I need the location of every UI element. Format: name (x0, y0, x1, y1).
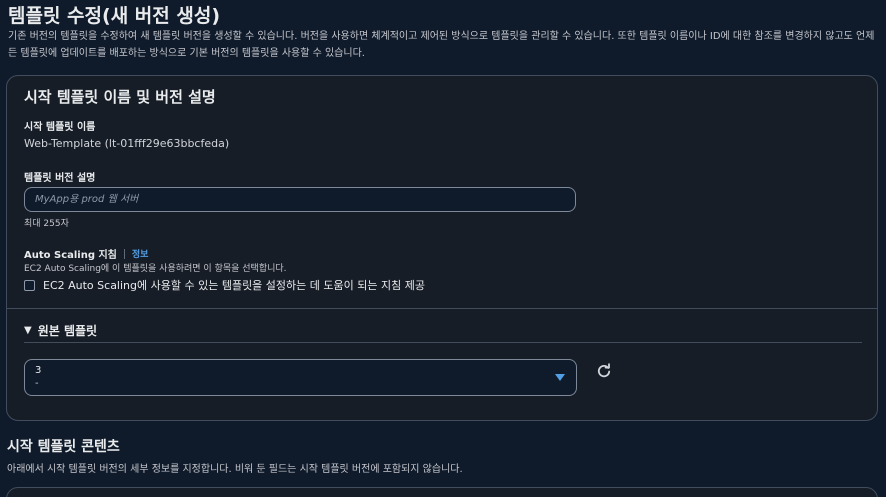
auto-scaling-label: Auto Scaling 지침 (24, 250, 117, 261)
select-sub-value: - (35, 378, 39, 389)
contents-section-title: 시작 템플릿 콘텐츠 (7, 439, 120, 455)
contents-section-description: 아래에서 시작 템플릿 버전의 세부 정보를 지정합니다. 비워 둔 필드는 시… (7, 464, 463, 475)
label-divider (123, 248, 125, 259)
section-divider (7, 308, 877, 309)
page-description: 기존 버전의 템플릿을 수정하여 새 템플릿 버전을 생성할 수 있습니다. 버… (8, 31, 875, 59)
page-title: 템플릿 수정(새 버전 생성) (8, 5, 221, 27)
auto-scaling-description: EC2 Auto Scaling에 이 템플릿을 사용하려면 이 항목을 선택합… (24, 264, 287, 274)
refresh-button[interactable] (595, 362, 613, 380)
version-description-hint: 최대 255자 (24, 219, 69, 229)
version-description-input[interactable] (24, 187, 576, 212)
auto-scaling-guidance-option[interactable]: EC2 Auto Scaling에 사용할 수 있는 템플릿을 설정하는 데 도… (24, 277, 425, 293)
edit-template-page: 템플릿 수정(새 버전 생성) 기존 버전의 템플릿을 수정하여 새 템플릿 버… (0, 0, 886, 497)
version-description-label: 템플릿 버전 설명 (24, 173, 96, 184)
template-name-panel: 시작 템플릿 이름 및 버전 설명 시작 템플릿 이름 Web-Template… (6, 75, 878, 421)
auto-scaling-guidance-checkbox[interactable] (24, 279, 35, 291)
info-link[interactable]: 정보 (132, 247, 149, 260)
source-template-select[interactable]: 3 - (24, 359, 577, 396)
auto-scaling-header: Auto Scaling 지침 정보 (24, 246, 148, 261)
source-template-expander[interactable]: ▼ 원본 템플릿 (24, 322, 97, 339)
auto-scaling-guidance-label[interactable]: EC2 Auto Scaling에 사용할 수 있는 템플릿을 설정하는 데 도… (43, 277, 425, 293)
refresh-icon (597, 363, 611, 378)
select-value: 3 (35, 365, 42, 376)
expander-divider (24, 342, 862, 343)
source-template-label: 원본 템플릿 (37, 324, 98, 338)
caret-down-icon: ▼ (24, 325, 32, 336)
panel-title: 시작 템플릿 이름 및 버전 설명 (24, 88, 216, 106)
template-name-label: 시작 템플릿 이름 (24, 122, 96, 133)
dropdown-caret-icon (555, 374, 565, 381)
template-name-value: Web-Template (lt-01fff29e63bbcfeda) (24, 137, 230, 150)
contents-panel (6, 487, 878, 497)
